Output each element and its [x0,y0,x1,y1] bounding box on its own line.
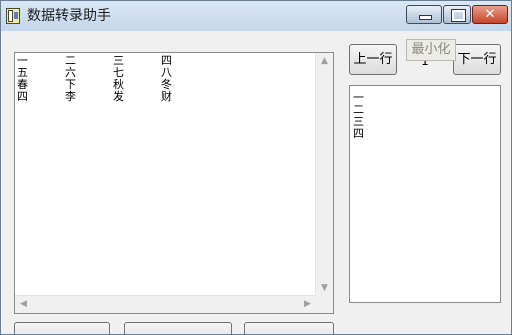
list-cell: 财 [161,90,172,103]
prev-row-button[interactable]: 上一行 [349,44,397,75]
close-icon: ✕ [484,7,496,22]
scroll-left-arrow-icon[interactable]: ◀ [15,296,32,313]
app-window: 数据转录助手 ✕ 一 五 春 四 二 六 下 李 三 七 秋 发 四 八 冬 财… [0,0,512,335]
minimize-icon [419,15,432,20]
next-row-button[interactable]: 下一行 [453,44,501,75]
list-cell: 四 [17,90,28,103]
row-detail-listbox[interactable]: 一 二 三 四 [349,85,501,303]
minimize-button[interactable] [406,5,442,24]
list-cell: 发 [113,90,124,103]
scroll-right-arrow-icon[interactable]: ▶ [299,296,316,313]
maximize-icon [451,9,466,22]
horizontal-scrollbar[interactable]: ◀ ▶ [15,295,316,313]
scroll-down-arrow-icon[interactable]: ▼ [316,280,333,297]
list-cell: 李 [65,90,76,103]
close-button[interactable]: ✕ [472,5,508,24]
list-column-1: 一 五 春 四 [17,55,29,103]
bottom-button-3[interactable] [244,322,334,334]
window-title: 数据转录助手 [27,8,111,24]
bottom-button-2[interactable] [124,322,232,334]
list-column-4: 四 八 冬 财 [161,55,173,103]
minimize-tooltip: 最小化 [406,39,456,61]
vertical-scrollbar[interactable]: ▲ ▼ [315,53,333,297]
scroll-up-arrow-icon[interactable]: ▲ [316,53,333,70]
scrollbar-corner [316,296,333,313]
main-listbox[interactable]: 一 五 春 四 二 六 下 李 三 七 秋 发 四 八 冬 财 ▲ ▼ ◀ ▶ [14,52,334,314]
list-column-3: 三 七 秋 发 [113,55,125,103]
list-column-2: 二 六 下 李 [65,55,77,103]
maximize-button[interactable] [443,5,471,24]
row-detail-items: 一 二 三 四 [353,92,364,140]
app-icon [6,8,20,24]
bottom-button-1[interactable] [14,322,110,334]
list-item: 四 [353,127,364,140]
title-bar[interactable]: 数据转录助手 ✕ [1,1,511,31]
